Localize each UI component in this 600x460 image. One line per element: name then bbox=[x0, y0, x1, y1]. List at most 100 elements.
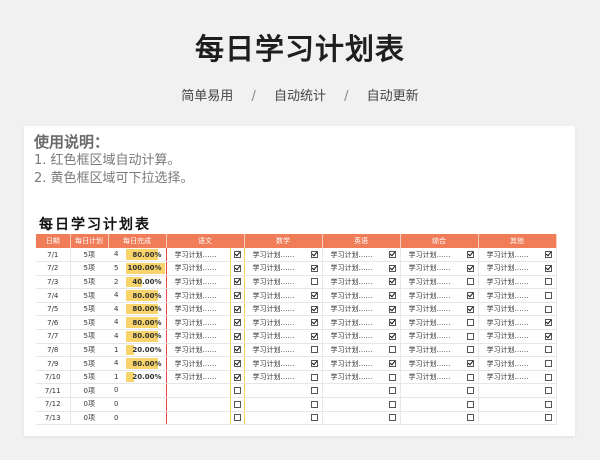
checkbox[interactable] bbox=[311, 319, 319, 327]
cell-task[interactable]: 学习计划…… bbox=[244, 343, 308, 358]
cell-check[interactable] bbox=[386, 261, 401, 276]
checkbox[interactable] bbox=[545, 332, 553, 340]
cell-task[interactable] bbox=[322, 411, 386, 426]
cell-check[interactable] bbox=[542, 302, 557, 317]
cell-task[interactable] bbox=[322, 397, 386, 412]
cell-check[interactable] bbox=[464, 329, 479, 344]
checkbox[interactable] bbox=[311, 264, 319, 272]
cell-task[interactable]: 学习计划…… bbox=[400, 329, 464, 344]
cell-task[interactable]: 学习计划…… bbox=[322, 288, 386, 303]
cell-check[interactable] bbox=[542, 248, 557, 263]
cell-task[interactable]: 学习计划…… bbox=[166, 370, 230, 385]
checkbox[interactable] bbox=[545, 292, 553, 300]
cell-check[interactable] bbox=[386, 370, 401, 385]
cell-check[interactable] bbox=[308, 275, 323, 290]
cell-task[interactable]: 学习计划…… bbox=[478, 248, 542, 263]
cell-check[interactable] bbox=[386, 302, 401, 317]
cell-check[interactable] bbox=[308, 397, 323, 412]
cell-check[interactable] bbox=[542, 370, 557, 385]
cell-check[interactable] bbox=[229, 248, 245, 263]
checkbox[interactable] bbox=[467, 305, 475, 313]
cell-task[interactable] bbox=[244, 383, 308, 399]
checkbox[interactable] bbox=[389, 400, 397, 408]
checkbox[interactable] bbox=[467, 346, 475, 354]
cell-check[interactable] bbox=[464, 302, 479, 317]
checkbox[interactable] bbox=[467, 319, 475, 327]
cell-check[interactable] bbox=[386, 288, 401, 303]
checkbox[interactable] bbox=[467, 292, 475, 300]
cell-check[interactable] bbox=[308, 383, 323, 399]
cell-task[interactable] bbox=[166, 411, 230, 426]
cell-task[interactable]: 学习计划…… bbox=[166, 315, 230, 331]
cell-check[interactable] bbox=[542, 383, 557, 399]
cell-check[interactable] bbox=[386, 275, 401, 290]
checkbox[interactable] bbox=[545, 305, 553, 313]
checkbox[interactable] bbox=[311, 251, 319, 259]
checkbox[interactable] bbox=[311, 400, 319, 408]
checkbox[interactable] bbox=[233, 360, 241, 368]
checkbox[interactable] bbox=[311, 305, 319, 313]
cell-check[interactable] bbox=[542, 261, 557, 276]
cell-task[interactable]: 学习计划…… bbox=[400, 288, 464, 303]
checkbox[interactable] bbox=[311, 414, 319, 422]
cell-task[interactable]: 学习计划…… bbox=[166, 343, 230, 358]
checkbox[interactable] bbox=[389, 332, 397, 340]
cell-check[interactable] bbox=[229, 356, 245, 371]
cell-task[interactable] bbox=[244, 411, 308, 426]
checkbox[interactable] bbox=[467, 360, 475, 368]
cell-check[interactable] bbox=[308, 329, 323, 344]
checkbox[interactable] bbox=[467, 251, 475, 259]
cell-task[interactable]: 学习计划…… bbox=[478, 370, 542, 385]
cell-check[interactable] bbox=[542, 315, 557, 331]
cell-check[interactable] bbox=[229, 302, 245, 317]
cell-task[interactable]: 学习计划…… bbox=[244, 261, 308, 276]
cell-check[interactable] bbox=[464, 248, 479, 263]
cell-check[interactable] bbox=[229, 343, 245, 358]
cell-check[interactable] bbox=[464, 356, 479, 371]
checkbox[interactable] bbox=[545, 360, 553, 368]
cell-task[interactable]: 学习计划…… bbox=[322, 370, 386, 385]
cell-check[interactable] bbox=[464, 261, 479, 276]
checkbox[interactable] bbox=[389, 346, 397, 354]
cell-task[interactable]: 学习计划…… bbox=[400, 275, 464, 290]
checkbox[interactable] bbox=[233, 387, 241, 395]
cell-task[interactable]: 学习计划…… bbox=[166, 329, 230, 344]
cell-task[interactable]: 学习计划…… bbox=[478, 275, 542, 290]
checkbox[interactable] bbox=[311, 387, 319, 395]
checkbox[interactable] bbox=[467, 414, 475, 422]
cell-check[interactable] bbox=[464, 397, 479, 412]
cell-check[interactable] bbox=[229, 383, 245, 399]
cell-check[interactable] bbox=[542, 343, 557, 358]
checkbox[interactable] bbox=[545, 414, 553, 422]
cell-check[interactable] bbox=[386, 315, 401, 331]
cell-check[interactable] bbox=[229, 315, 245, 331]
checkbox[interactable] bbox=[545, 319, 553, 327]
cell-task[interactable]: 学习计划…… bbox=[322, 329, 386, 344]
checkbox[interactable] bbox=[389, 292, 397, 300]
cell-task[interactable]: 学习计划…… bbox=[244, 288, 308, 303]
cell-task[interactable]: 学习计划…… bbox=[166, 356, 230, 371]
cell-check[interactable] bbox=[464, 411, 479, 426]
cell-check[interactable] bbox=[464, 288, 479, 303]
checkbox[interactable] bbox=[389, 414, 397, 422]
checkbox[interactable] bbox=[311, 292, 319, 300]
cell-task[interactable]: 学习计划…… bbox=[400, 370, 464, 385]
cell-check[interactable] bbox=[386, 383, 401, 399]
cell-check[interactable] bbox=[542, 397, 557, 412]
cell-check[interactable] bbox=[542, 275, 557, 290]
cell-task[interactable]: 学习计划…… bbox=[322, 248, 386, 263]
cell-task[interactable]: 学习计划…… bbox=[478, 288, 542, 303]
cell-task[interactable] bbox=[400, 383, 464, 399]
cell-task[interactable]: 学习计划…… bbox=[322, 315, 386, 331]
checkbox[interactable] bbox=[545, 251, 553, 259]
checkbox[interactable] bbox=[311, 346, 319, 354]
cell-task[interactable]: 学习计划…… bbox=[244, 370, 308, 385]
cell-check[interactable] bbox=[308, 356, 323, 371]
checkbox[interactable] bbox=[467, 278, 475, 286]
checkbox[interactable] bbox=[233, 373, 241, 381]
checkbox[interactable] bbox=[233, 264, 241, 272]
cell-task[interactable] bbox=[166, 397, 230, 412]
checkbox[interactable] bbox=[389, 319, 397, 327]
cell-check[interactable] bbox=[542, 329, 557, 344]
checkbox[interactable] bbox=[233, 414, 241, 422]
